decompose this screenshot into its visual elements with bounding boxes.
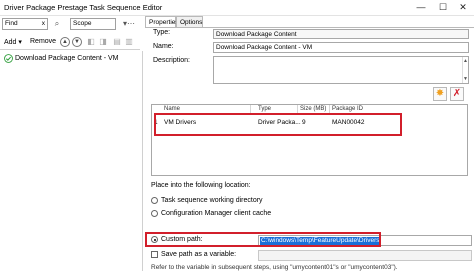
remove-button[interactable]: Remove — [30, 38, 56, 45]
group-icon[interactable]: ▤ — [112, 37, 122, 47]
minimize-button[interactable]: — — [410, 1, 432, 14]
location-heading: Place into the following location: — [151, 182, 251, 189]
tree-item-download-package-content[interactable]: Download Package Content - VM — [4, 53, 119, 63]
add-package-icon[interactable]: ✸ — [433, 87, 447, 101]
more-options-icon[interactable]: ⋯ — [126, 19, 136, 29]
description-label: Description: — [153, 57, 190, 64]
checkbox-icon — [151, 251, 158, 258]
properties-panel: Type: Download Package Content Name: Dow… — [145, 27, 474, 271]
name-field[interactable]: Download Package Content - VM — [213, 42, 469, 53]
radio-client-cache[interactable]: Configuration Manager client cache — [151, 210, 271, 217]
column-divider — [297, 105, 298, 113]
move-down-icon[interactable]: ▼ — [72, 37, 82, 47]
variable-name-input[interactable] — [258, 250, 472, 261]
save-path-checkbox[interactable]: Save path as a variable: — [151, 251, 236, 258]
footnote-text: Refer to the variable in subsequent step… — [151, 264, 398, 271]
move-up-icon[interactable]: ▲ — [60, 37, 70, 47]
task-sequence-tree: Download Package Content - VM — [0, 51, 143, 271]
scope-dropdown[interactable]: Scope — [70, 18, 116, 30]
scope-value: Scope — [73, 20, 92, 27]
search-toolbar: Find x ⌕ Scope ▾ ⋯ — [0, 17, 140, 34]
find-input-value: Find — [5, 20, 18, 27]
delete-icon[interactable]: ✗ — [450, 87, 464, 101]
package-table: Name Type Size (MB) Package ID 1 VM Driv… — [151, 104, 468, 176]
maximize-button[interactable]: ☐ — [432, 1, 454, 14]
column-header-type[interactable]: Type — [258, 106, 271, 112]
close-button[interactable]: ✕ — [452, 1, 474, 14]
column-divider — [250, 105, 251, 113]
name-value: Download Package Content - VM — [216, 44, 313, 51]
title-bar: Driver Package Prestage Task Sequence Ed… — [0, 0, 474, 16]
column-header-size[interactable]: Size (MB) — [300, 106, 326, 112]
radio-label: Task sequence working directory — [161, 197, 263, 204]
clear-find-icon[interactable]: x — [42, 19, 45, 29]
column-header-name[interactable]: Name — [164, 106, 180, 112]
save-path-label: Save path as a variable: — [161, 251, 237, 258]
name-label: Name: — [153, 43, 174, 50]
options-icon[interactable]: ▥ — [124, 37, 134, 47]
highlight-box — [154, 113, 402, 136]
radio-label: Configuration Manager client cache — [161, 210, 272, 217]
radio-button-icon — [151, 210, 158, 217]
move-right-icon[interactable]: ◨ — [98, 37, 108, 47]
type-label: Type: — [153, 29, 171, 36]
radio-task-sequence-working-directory[interactable]: Task sequence working directory — [151, 197, 263, 204]
green-check-icon — [4, 53, 13, 63]
type-field: Download Package Content — [213, 29, 469, 39]
find-input[interactable]: Find x — [2, 18, 48, 30]
description-scrollbar[interactable]: ▲ ▼ — [462, 57, 468, 83]
type-value: Download Package Content — [216, 31, 297, 38]
highlight-box — [145, 232, 381, 247]
description-field[interactable]: ▲ ▼ — [213, 56, 469, 84]
radio-button-icon — [151, 197, 158, 204]
search-icon[interactable]: ⌕ — [52, 19, 62, 29]
edit-toolbar: Add ▾ Remove ▲ ▼ ◧ ◨ ▤ ▥ — [0, 35, 140, 50]
window-title: Driver Package Prestage Task Sequence Ed… — [4, 3, 163, 12]
column-header-package-id[interactable]: Package ID — [332, 106, 363, 112]
move-left-icon[interactable]: ◧ — [86, 37, 96, 47]
tree-item-label: Download Package Content - VM — [15, 54, 119, 62]
add-menu-button[interactable]: Add ▾ — [4, 38, 22, 46]
column-divider — [329, 105, 330, 113]
